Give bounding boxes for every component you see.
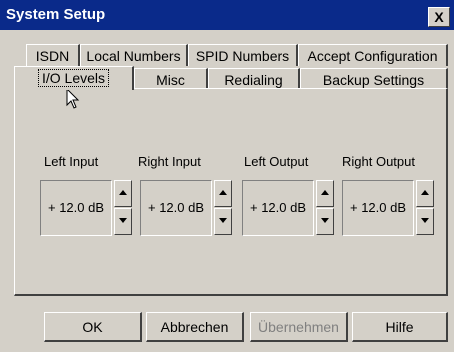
spin-up-button[interactable] <box>316 180 334 207</box>
up-arrow-icon <box>321 190 329 195</box>
spin-down-button[interactable] <box>214 208 232 235</box>
tab-label: Misc <box>156 72 185 88</box>
tab-accept-configuration[interactable]: Accept Configuration <box>298 44 448 66</box>
down-arrow-icon <box>421 218 429 223</box>
tab-local-numbers[interactable]: Local Numbers <box>80 44 188 66</box>
cancel-button[interactable]: Abbrechen <box>146 312 244 342</box>
up-arrow-icon <box>219 190 227 195</box>
close-icon: X <box>434 9 444 25</box>
close-button[interactable]: X <box>428 7 450 27</box>
arrow-cursor-icon <box>66 88 80 109</box>
left-output-label: Left Output <box>244 154 309 169</box>
left-output-value[interactable]: + 12.0 dB <box>242 180 314 236</box>
apply-button[interactable]: Übernehmen <box>250 312 348 342</box>
spin-up-button[interactable] <box>416 180 434 207</box>
right-input-value[interactable]: + 12.0 dB <box>140 180 212 236</box>
tab-label: Local Numbers <box>86 48 181 64</box>
help-button[interactable]: Hilfe <box>352 312 448 342</box>
right-output-spinner[interactable] <box>416 180 434 236</box>
right-input-label: Right Input <box>138 154 201 169</box>
left-input-label: Left Input <box>44 154 99 169</box>
ok-button[interactable]: OK <box>44 312 142 342</box>
up-arrow-icon <box>421 190 429 195</box>
tab-redialing[interactable]: Redialing <box>208 68 300 90</box>
window-title: System Setup <box>6 6 106 23</box>
left-output-spinner[interactable] <box>316 180 334 236</box>
up-arrow-icon <box>119 190 127 195</box>
tab-label: Accept Configuration <box>307 48 438 64</box>
spin-down-button[interactable] <box>416 208 434 235</box>
tab-backup-settings[interactable]: Backup Settings <box>300 68 448 90</box>
tab-isdn[interactable]: ISDN <box>26 44 80 66</box>
down-arrow-icon <box>219 218 227 223</box>
left-input-spinner[interactable] <box>114 180 132 236</box>
title-bar: System Setup X <box>0 0 454 30</box>
down-arrow-icon <box>321 218 329 223</box>
tab-misc[interactable]: Misc <box>134 68 208 90</box>
spin-down-button[interactable] <box>316 208 334 235</box>
spin-down-button[interactable] <box>114 208 132 235</box>
spin-up-button[interactable] <box>214 180 232 207</box>
tab-label: SPID Numbers <box>195 48 290 64</box>
right-output-label: Right Output <box>342 154 415 169</box>
tab-label: ISDN <box>35 48 70 64</box>
down-arrow-icon <box>119 218 127 223</box>
tab-spid-numbers[interactable]: SPID Numbers <box>188 44 298 66</box>
spin-up-button[interactable] <box>114 180 132 207</box>
tab-label: I/O Levels <box>37 69 110 87</box>
tab-label: Redialing <box>224 72 283 88</box>
right-output-value[interactable]: + 12.0 dB <box>342 180 414 236</box>
right-input-spinner[interactable] <box>214 180 232 236</box>
left-input-value[interactable]: + 12.0 dB <box>40 180 112 236</box>
tab-io-levels[interactable]: I/O Levels <box>14 66 134 90</box>
tab-label: Backup Settings <box>322 72 425 88</box>
